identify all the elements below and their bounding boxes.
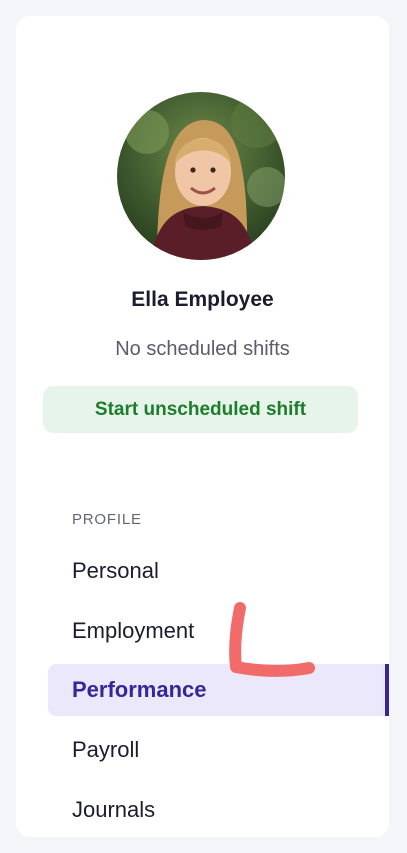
nav-item-label: Personal (72, 558, 159, 583)
nav-item-label: Performance (72, 677, 207, 702)
nav-item-performance[interactable]: Performance (48, 664, 389, 716)
shift-status: No scheduled shifts (115, 338, 290, 360)
nav-item-label: Payroll (72, 737, 140, 762)
active-indicator (385, 664, 389, 716)
start-unscheduled-shift-button[interactable]: Start unscheduled shift (43, 386, 358, 433)
avatar-photo (117, 92, 285, 260)
nav-item-employment[interactable]: Employment (48, 605, 389, 657)
avatar (117, 92, 285, 260)
nav-item-payroll[interactable]: Payroll (48, 724, 389, 776)
nav-item-label: Journals (72, 797, 156, 822)
nav-item-personal[interactable]: Personal (48, 545, 389, 597)
profile-sidebar: Ella Employee No scheduled shifts Start … (16, 16, 389, 837)
nav-item-journals[interactable]: Journals (48, 784, 389, 836)
section-label-profile: PROFILE (72, 511, 142, 528)
employee-name: Ella Employee (131, 288, 274, 311)
nav-item-label: Employment (72, 618, 195, 643)
